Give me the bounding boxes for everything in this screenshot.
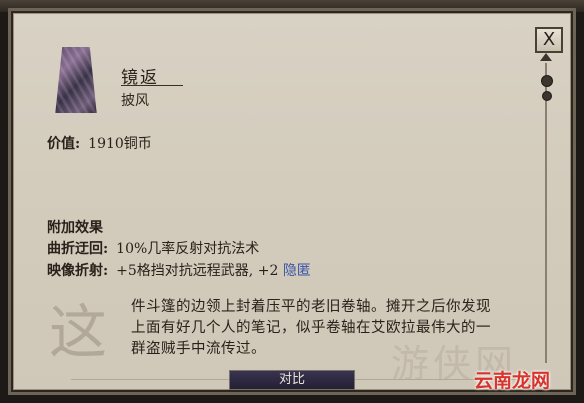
item-tooltip-panel: X 镜返 披风 价值: 1910铜币 附加效果 曲折迂回: 10%几率反射对抗法术 … <box>8 8 576 395</box>
effects-title: 附加效果 <box>47 220 103 236</box>
effect-text: 10%几率反射对抗法术 <box>116 241 260 257</box>
effect-row: 曲折迂回: 10%几率反射对抗法术 <box>47 238 259 258</box>
game-screen: X 镜返 披风 价值: 1910铜币 附加效果 曲折迂回: 10%几率反射对抗法术 … <box>0 0 584 403</box>
close-icon: X <box>542 29 556 50</box>
effect-label: 映像折射: <box>47 263 109 279</box>
cloak-icon <box>55 47 97 113</box>
site-watermark-badge: 云南龙网 <box>473 370 550 392</box>
item-name-underline <box>121 85 183 86</box>
effect-text: +5格挡对抗远程武器, +2 <box>116 263 279 279</box>
description-line: 件斗篷的边领上封着压平的老旧卷轴。摊开之后你发现 <box>131 299 491 315</box>
scroll-handle-secondary[interactable] <box>542 91 552 101</box>
scroll-handle[interactable] <box>541 75 553 87</box>
stealth-link[interactable]: 隐匿 <box>283 263 311 279</box>
item-type: 披风 <box>121 93 149 109</box>
item-value: 价值: 1910铜币 <box>47 133 152 153</box>
effect-label: 曲折迂回: <box>47 241 109 257</box>
value-amount: 1910铜币 <box>88 136 152 152</box>
scroll-up-arrow-icon[interactable] <box>540 53 552 61</box>
value-label: 价值: <box>47 136 81 152</box>
drop-cap: 这 <box>49 298 108 366</box>
effect-row: 映像折射: +5格挡对抗远程武器, +2 隐匿 <box>47 260 311 280</box>
compare-button[interactable]: 对比 <box>229 370 355 390</box>
close-button[interactable]: X <box>535 27 563 53</box>
